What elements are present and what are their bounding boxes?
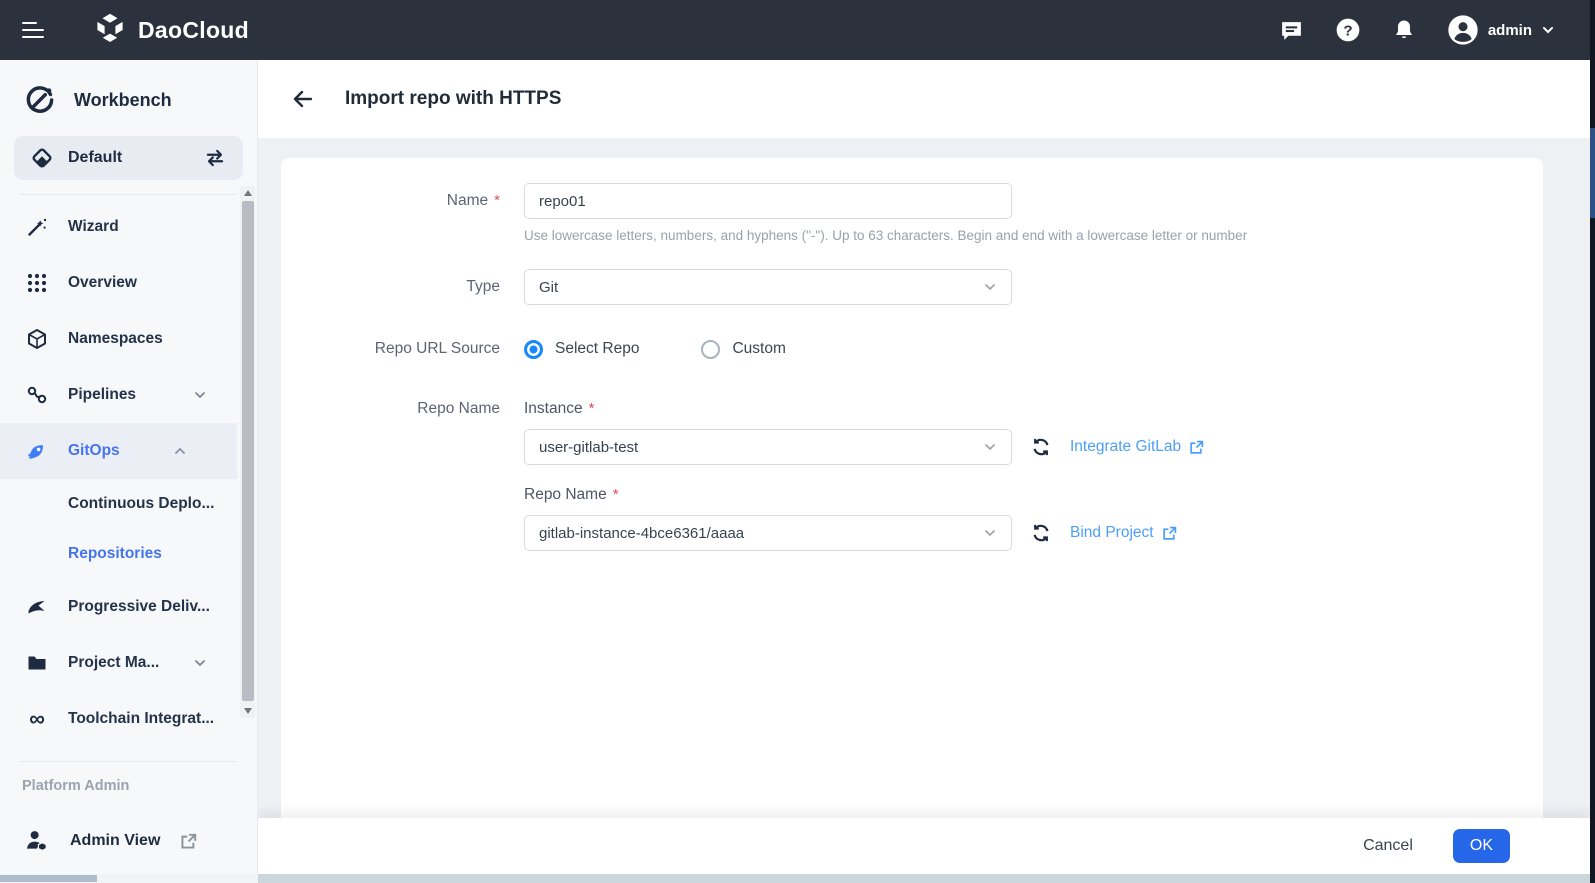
daocloud-logo-icon — [92, 12, 128, 48]
type-label: Type — [281, 269, 524, 305]
name-label: Name* — [281, 183, 524, 219]
workbench-header: Workbench — [0, 60, 257, 134]
cancel-button[interactable]: Cancel — [1345, 829, 1431, 863]
type-select[interactable]: Git — [524, 269, 1012, 305]
sidebar-item-progressive-delivery[interactable]: Progressive Deliv... — [0, 579, 257, 635]
sidebar: Workbench Default Wizard — [0, 60, 258, 874]
sidebar-item-admin-view[interactable]: Admin View — [24, 828, 257, 854]
workspace-selector[interactable]: Default — [14, 136, 243, 180]
sidebar-item-overview[interactable]: Overview — [0, 255, 257, 311]
window-vertical-scrollbar[interactable] — [1590, 0, 1595, 883]
ok-button[interactable]: OK — [1453, 829, 1510, 863]
message-icon[interactable] — [1279, 17, 1305, 43]
required-asterisk: * — [494, 192, 500, 209]
wizard-wand-icon — [26, 216, 48, 238]
sidebar-item-project-management[interactable]: Project Ma... — [0, 635, 257, 691]
integrate-gitlab-link[interactable]: Integrate GitLab — [1070, 438, 1204, 456]
content-area: Name* Use lowercase letters, numbers, an… — [258, 138, 1590, 818]
chevron-up-icon — [173, 444, 187, 458]
page-title: Import repo with HTTPS — [345, 88, 561, 110]
type-row: Type Git — [281, 269, 1543, 305]
chevron-down-icon — [1541, 23, 1555, 37]
refresh-instances-icon[interactable] — [1030, 436, 1052, 458]
external-link-icon — [1189, 440, 1204, 455]
avatar — [1447, 14, 1479, 46]
sidebar-divider-bottom — [20, 761, 237, 762]
sidebar-item-namespaces[interactable]: Namespaces — [0, 311, 257, 367]
repo-name-group-row: Repo Name Instance* user-gitlab-test — [281, 399, 1543, 551]
workspace-icon — [30, 146, 54, 170]
chevron-down-icon — [983, 280, 997, 294]
form-card: Name* Use lowercase letters, numbers, an… — [281, 158, 1543, 818]
repo-name-label: Repo Name* — [524, 485, 1204, 505]
external-link-icon — [180, 833, 197, 850]
toolchain-infinity-icon: ∞ — [26, 708, 48, 730]
type-select-value: Git — [539, 279, 558, 296]
repo-name-group-label: Repo Name — [281, 399, 524, 419]
workbench-icon — [24, 84, 56, 116]
sidebar-scrollbar[interactable] — [240, 186, 255, 718]
namespaces-cube-icon — [26, 328, 48, 350]
sidebar-item-pipelines[interactable]: Pipelines — [0, 367, 257, 423]
user-name: admin — [1488, 22, 1532, 39]
repo-url-source-label: Repo URL Source — [281, 337, 524, 361]
external-link-icon — [1162, 526, 1177, 541]
scrollbar-thumb[interactable] — [242, 201, 254, 701]
sidebar-item-repositories[interactable]: Repositories — [0, 529, 257, 579]
chevron-down-icon — [193, 656, 207, 670]
overview-grid-icon — [26, 272, 48, 294]
name-help-text: Use lowercase letters, numbers, and hyph… — [524, 228, 1344, 243]
sidebar-item-toolchain-integration[interactable]: ∞ Toolchain Integrat... — [0, 691, 257, 747]
repo-name-select[interactable]: gitlab-instance-4bce6361/aaaa — [524, 515, 1012, 551]
main-area: Import repo with HTTPS Name* Use lowerca… — [258, 60, 1590, 883]
page-header: Import repo with HTTPS — [258, 60, 1590, 138]
horizontal-scrollbar-thumb[interactable] — [0, 875, 97, 882]
radio-custom[interactable]: Custom — [701, 340, 785, 359]
refresh-repos-icon[interactable] — [1030, 522, 1052, 544]
form-footer: Cancel OK — [258, 818, 1590, 874]
sidebar-item-wizard[interactable]: Wizard — [0, 199, 257, 255]
sidebar-item-gitops[interactable]: GitOps — [0, 423, 237, 479]
project-folder-icon — [26, 652, 48, 674]
radio-unselected-icon — [701, 340, 720, 359]
radio-selected-icon — [524, 340, 543, 359]
bind-project-link[interactable]: Bind Project — [1070, 524, 1177, 542]
sidebar-divider — [20, 194, 237, 195]
scroll-up-arrow[interactable] — [240, 186, 255, 200]
svg-text:?: ? — [1343, 22, 1352, 39]
back-arrow-icon[interactable] — [291, 86, 317, 112]
chevron-down-icon — [193, 388, 207, 402]
instance-label: Instance* — [524, 399, 1204, 419]
window-scrollbar-thumb[interactable] — [1590, 128, 1595, 218]
instance-select[interactable]: user-gitlab-test — [524, 429, 1012, 465]
gitops-rocket-icon — [26, 440, 48, 462]
platform-admin-label: Platform Admin — [22, 778, 257, 794]
admin-user-icon — [24, 828, 50, 854]
scroll-down-arrow[interactable] — [240, 704, 255, 718]
repo-name-select-value: gitlab-instance-4bce6361/aaaa — [539, 525, 744, 542]
brand-name: DaoCloud — [138, 17, 249, 44]
brand: DaoCloud — [92, 12, 249, 48]
chevron-down-icon — [983, 440, 997, 454]
menu-toggle-icon[interactable] — [22, 17, 46, 43]
sidebar-item-continuous-deployment[interactable]: Continuous Deplo... — [0, 479, 257, 529]
topbar: DaoCloud ? admin — [0, 0, 1595, 60]
notifications-bell-icon[interactable] — [1391, 17, 1417, 43]
sidebar-menu: Wizard Overview Namespaces Pipelines — [0, 199, 257, 747]
radio-select-repo[interactable]: Select Repo — [524, 340, 639, 359]
workbench-title: Workbench — [74, 90, 172, 111]
repo-url-source-row: Repo URL Source Select Repo Custom — [281, 337, 1543, 361]
user-menu[interactable]: admin — [1447, 14, 1555, 46]
content-bottom-edge — [258, 874, 1590, 883]
instance-select-value: user-gitlab-test — [539, 439, 638, 456]
name-row: Name* Use lowercase letters, numbers, an… — [281, 183, 1543, 243]
window-horizontal-scrollbar[interactable] — [0, 874, 1595, 883]
name-input[interactable] — [524, 183, 1012, 219]
workspace-label: Default — [68, 149, 122, 167]
help-icon[interactable]: ? — [1335, 17, 1361, 43]
pipelines-icon — [26, 384, 48, 406]
chevron-down-icon — [983, 526, 997, 540]
switch-workspace-icon[interactable] — [203, 146, 227, 170]
progressive-delivery-bird-icon — [26, 596, 48, 618]
